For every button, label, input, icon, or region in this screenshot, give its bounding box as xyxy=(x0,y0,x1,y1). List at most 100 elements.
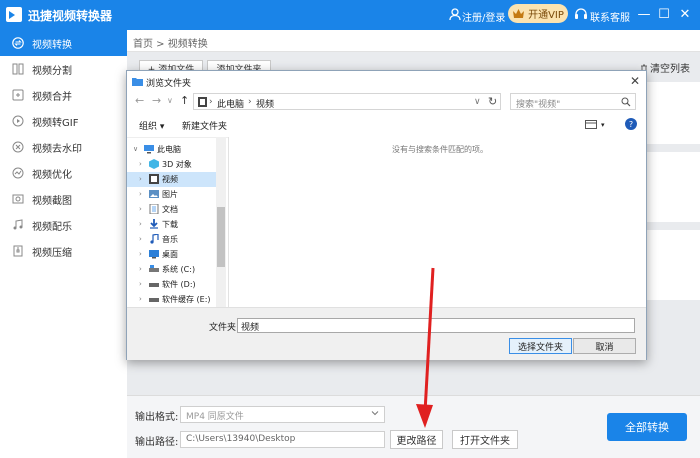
help-icon[interactable]: ? xyxy=(625,118,637,130)
tree-item-label: 此电脑 xyxy=(157,145,181,154)
tree-item-drive-e[interactable]: › 软件缓存 (E:) xyxy=(127,292,216,307)
tree-scrollbar[interactable] xyxy=(216,137,226,307)
pane-divider[interactable] xyxy=(228,137,229,307)
user-icon[interactable] xyxy=(449,8,461,21)
app-logo-icon xyxy=(6,7,22,22)
scrollbar-thumb[interactable] xyxy=(217,207,225,267)
close-button[interactable]: ✕ xyxy=(677,6,693,22)
output-path-label: 输出路径: xyxy=(135,437,179,448)
sidebar-item-compress[interactable]: 视频压缩 xyxy=(0,238,127,264)
chevron-down-icon xyxy=(371,411,379,416)
dialog-search-input[interactable]: 搜索"视频" xyxy=(510,93,636,110)
cancel-button[interactable]: 取消 xyxy=(573,338,636,354)
convert-all-button[interactable]: 全部转换 xyxy=(607,413,687,441)
sidebar-item-video-split[interactable]: 视频分割 xyxy=(0,56,127,82)
address-segment-video[interactable]: 视频 xyxy=(256,97,274,110)
sidebar-item-music[interactable]: 视频配乐 xyxy=(0,212,127,238)
sidebar-item-label: 视频去水印 xyxy=(32,143,82,155)
music-icon xyxy=(13,219,23,230)
drive-d-icon xyxy=(149,283,159,287)
output-format-label: 输出格式: xyxy=(135,412,179,423)
login-link[interactable]: 注册/登录 xyxy=(462,9,505,24)
app-title: 迅捷视频转换器 xyxy=(28,9,113,23)
tree-item-documents[interactable]: › 文档 xyxy=(127,202,216,217)
address-segment-pc[interactable]: 此电脑 xyxy=(217,97,244,110)
refresh-icon[interactable]: ↻ xyxy=(488,95,497,108)
tree-item-label: 音乐 xyxy=(162,235,178,244)
video-folder-icon xyxy=(149,174,159,184)
recent-dropdown-icon[interactable]: ∨ xyxy=(167,96,173,105)
tree-item-label: 文档 xyxy=(162,205,178,214)
tree-item-label: 软件缓存 (E:) xyxy=(162,295,211,304)
tree-item-this-pc[interactable]: ∨ 此电脑 xyxy=(127,142,216,157)
sidebar-item-watermark[interactable]: 视频去水印 xyxy=(0,134,127,160)
tree-item-videos[interactable]: › 视频 xyxy=(127,172,216,187)
vip-button[interactable]: 开通VIP xyxy=(508,4,568,23)
sidebar-item-video-merge[interactable]: 视频合并 xyxy=(0,82,127,108)
caret-collapsed-icon[interactable]: › xyxy=(139,220,142,228)
caret-expanded-icon[interactable]: ∨ xyxy=(133,145,138,153)
tree-item-drive-d[interactable]: › 软件 (D:) xyxy=(127,277,216,292)
caret-collapsed-icon[interactable]: › xyxy=(139,190,142,198)
select-folder-button[interactable]: 选择文件夹 xyxy=(509,338,572,354)
tree-item-label: 桌面 xyxy=(162,250,178,259)
download-icon xyxy=(150,219,158,229)
caret-collapsed-icon[interactable]: › xyxy=(139,160,142,168)
gif-icon xyxy=(12,115,24,127)
back-arrow-icon[interactable]: ← xyxy=(135,94,144,107)
tree-item-downloads[interactable]: › 下载 xyxy=(127,217,216,232)
sidebar-item-video-gif[interactable]: 视频转GIF xyxy=(0,108,127,134)
tree-item-pictures[interactable]: › 图片 xyxy=(127,187,216,202)
up-arrow-icon[interactable]: ↑ xyxy=(180,94,189,107)
view-options-icon[interactable] xyxy=(585,120,597,129)
caret-collapsed-icon[interactable]: › xyxy=(139,280,142,288)
sidebar-item-video-convert[interactable]: 视频转换 xyxy=(0,30,127,56)
sidebar-item-optimize[interactable]: 视频优化 xyxy=(0,160,127,186)
sidebar-item-label: 视频转换 xyxy=(32,39,72,51)
watermark-icon xyxy=(12,141,24,153)
address-dropdown-icon[interactable]: ∨ xyxy=(474,97,481,107)
new-folder-button[interactable]: 新建文件夹 xyxy=(182,119,227,132)
open-folder-button[interactable]: 打开文件夹 xyxy=(452,430,518,449)
folder-name-input[interactable]: 视频 xyxy=(237,318,635,333)
dialog-close-button[interactable]: ✕ xyxy=(630,74,640,88)
caret-collapsed-icon[interactable]: › xyxy=(139,265,142,273)
sidebar-item-screenshot[interactable]: 视频截图 xyxy=(0,186,127,212)
address-separator: › xyxy=(209,97,213,107)
support-link[interactable]: 联系客服 xyxy=(590,9,630,24)
caret-collapsed-icon[interactable]: › xyxy=(139,205,142,213)
sidebar-item-label: 视频优化 xyxy=(32,169,72,181)
output-path-input[interactable]: C:\Users\13940\Desktop xyxy=(180,431,385,448)
tree-item-label: 软件 (D:) xyxy=(162,280,196,289)
tree-item-drive-c[interactable]: › 系统 (C:) xyxy=(127,262,216,277)
tree-item-desktop[interactable]: › 桌面 xyxy=(127,247,216,262)
maximize-button[interactable]: ☐ xyxy=(656,6,672,22)
caret-collapsed-icon[interactable]: › xyxy=(139,250,142,258)
view-dropdown-icon[interactable]: ▾ xyxy=(601,121,605,129)
video-split-icon xyxy=(12,63,24,75)
tree-item-3d-objects[interactable]: › 3D 对象 xyxy=(127,157,216,172)
sidebar-item-label: 视频压缩 xyxy=(32,247,72,259)
folder-tree: ∨ 此电脑 › 3D 对象 › 视频 › 图片 › 文档 › 下载 › 音乐 ›… xyxy=(127,137,228,307)
vip-label: 开通VIP xyxy=(528,10,564,21)
organize-menu[interactable]: 组织 ▾ xyxy=(139,119,164,132)
caret-collapsed-icon[interactable]: › xyxy=(139,235,142,243)
breadcrumb-bar: 首页 > 视频转换 xyxy=(127,30,700,52)
forward-arrow-icon[interactable]: → xyxy=(152,94,161,107)
caret-collapsed-icon[interactable]: › xyxy=(139,295,142,303)
tree-item-music[interactable]: › 音乐 xyxy=(127,232,216,247)
browse-folder-dialog: 浏览文件夹 ✕ ← → ∨ ↑ › 此电脑 › 视频 ∨ ↻ 搜索"视频" 组织… xyxy=(126,70,647,360)
change-path-button[interactable]: 更改路径 xyxy=(390,430,443,449)
minimize-button[interactable]: — xyxy=(636,6,652,22)
address-bar[interactable]: › 此电脑 › 视频 ∨ ↻ xyxy=(193,93,501,110)
pictures-icon xyxy=(149,190,159,198)
music-note-icon xyxy=(150,234,159,244)
sidebar-item-label: 视频转GIF xyxy=(32,117,79,129)
output-format-select[interactable]: MP4 同原文件 xyxy=(180,406,385,423)
sidebar-item-label: 视频合并 xyxy=(32,91,72,103)
sidebar-item-label: 视频分割 xyxy=(32,65,72,77)
caret-collapsed-icon[interactable]: › xyxy=(139,175,142,183)
headset-icon[interactable] xyxy=(574,7,588,21)
output-settings-bar: 输出格式: MP4 同原文件 输出路径: C:\Users\13940\Desk… xyxy=(127,395,700,458)
clear-list-button[interactable]: 清空列表 xyxy=(640,60,690,75)
